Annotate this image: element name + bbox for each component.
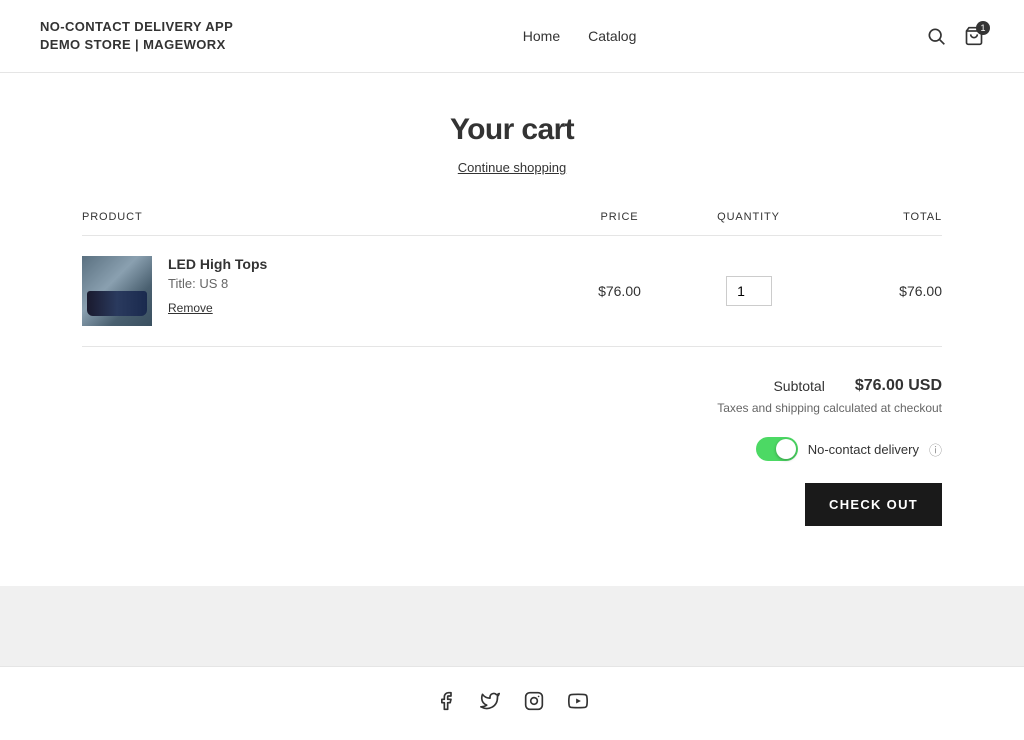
table-row: LED High Tops Title: US 8 Remove $76.00 [82, 236, 942, 347]
col-header-price: PRICE [555, 211, 684, 236]
nav-home[interactable]: Home [523, 28, 560, 44]
col-header-total: TOTAL [813, 211, 942, 236]
nav-catalog[interactable]: Catalog [588, 28, 636, 44]
nocontact-row: No-contact delivery ⓘ [756, 437, 942, 461]
footer-gray [0, 586, 1024, 666]
subtotal-row: Subtotal $76.00 USD [773, 377, 942, 395]
cart-badge: 1 [976, 21, 990, 35]
twitter-icon[interactable] [480, 691, 500, 716]
product-total: $76.00 [813, 236, 942, 347]
product-image-inner [82, 256, 152, 326]
facebook-icon[interactable] [436, 691, 456, 716]
nocontact-info-icon[interactable]: ⓘ [929, 440, 942, 459]
instagram-icon[interactable] [524, 691, 544, 716]
product-remove: Remove [168, 299, 267, 315]
toggle-track [756, 437, 798, 461]
search-button[interactable] [926, 26, 946, 46]
remove-link[interactable]: Remove [168, 301, 213, 315]
product-cell: LED High Tops Title: US 8 Remove [82, 256, 555, 326]
search-icon [926, 26, 946, 46]
cart-summary: Subtotal $76.00 USD Taxes and shipping c… [82, 377, 942, 526]
product-image [82, 256, 152, 326]
continue-shopping-link[interactable]: Continue shopping [458, 160, 566, 175]
product-price: $76.00 [555, 236, 684, 347]
main-content: Your cart Continue shopping PRODUCT PRIC… [62, 73, 962, 586]
store-logo: NO-CONTACT DELIVERY APP DEMO STORE | MAG… [40, 18, 233, 54]
cart-title: Your cart [82, 113, 942, 147]
checkout-button[interactable]: CHECK OUT [805, 483, 942, 526]
toggle-thumb [776, 439, 796, 459]
footer [0, 666, 1024, 740]
youtube-icon[interactable] [568, 691, 588, 716]
nocontact-label: No-contact delivery [808, 442, 919, 457]
col-header-quantity: QUANTITY [684, 211, 813, 236]
product-variant: Title: US 8 [168, 276, 267, 291]
nocontact-toggle[interactable] [756, 437, 798, 461]
cart-table: PRODUCT PRICE QUANTITY TOTAL LED High To… [82, 211, 942, 347]
quantity-input[interactable] [726, 276, 772, 306]
header-icons: 1 [926, 26, 984, 46]
continue-shopping-wrapper: Continue shopping [82, 159, 942, 175]
product-name: LED High Tops [168, 256, 267, 272]
cart-button[interactable]: 1 [964, 26, 984, 46]
product-quantity-cell [684, 236, 813, 347]
subtotal-value: $76.00 USD [855, 377, 942, 395]
col-header-product: PRODUCT [82, 211, 555, 236]
subtotal-label: Subtotal [773, 378, 824, 394]
main-nav: Home Catalog [523, 28, 637, 44]
header: NO-CONTACT DELIVERY APP DEMO STORE | MAG… [0, 0, 1024, 73]
product-info: LED High Tops Title: US 8 Remove [168, 256, 267, 315]
tax-note: Taxes and shipping calculated at checkou… [717, 401, 942, 415]
